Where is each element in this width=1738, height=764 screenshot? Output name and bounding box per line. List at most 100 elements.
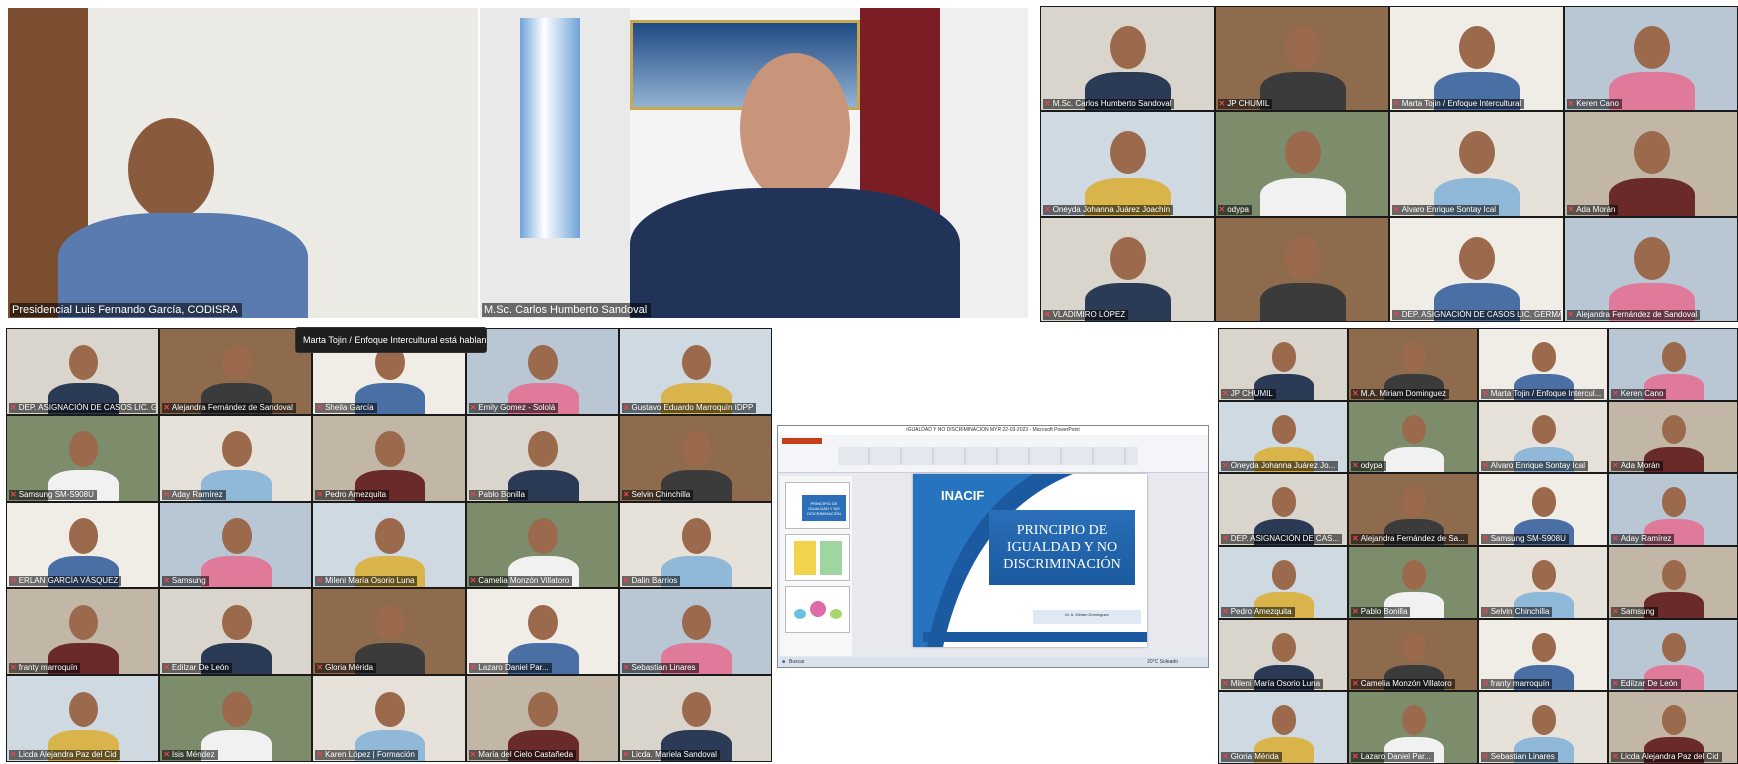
participant-tile[interactable]: ✕ Sebastian Linares xyxy=(1479,692,1607,763)
bottom-right-gallery: ✕ JP CHUMIL ✕ M.A. Miriam Dominguez ✕ Marta T… xyxy=(1218,328,1738,764)
mic-muted-icon: ✕ xyxy=(316,489,324,499)
windows-start-icon[interactable]: ■ xyxy=(782,659,785,665)
participant-tile[interactable]: ✕ Licda Alejandra Paz del Cid xyxy=(7,676,159,761)
participant-tile[interactable]: ✕ Lazaro Daniel Par... xyxy=(466,589,618,675)
participant-tile[interactable]: ✕ Alvaro Enrique Sontay Ical xyxy=(1479,401,1607,473)
participant-tile[interactable]: ✕ María del Cielo Castañeda xyxy=(466,676,618,761)
participant-tile[interactable]: ✕ Gustavo Eduardo Marroquín IDPP xyxy=(619,329,771,414)
participant-tile[interactable]: ✕ Edilzar De León xyxy=(160,589,312,675)
participant-tile[interactable]: ✕ Alejandra Fernández de Sandoval xyxy=(1564,217,1737,321)
participant-tile[interactable]: ✕ Alejandra Fernández de Sandoval xyxy=(160,329,312,414)
participant-tile[interactable]: ✕ JP CHUMIL xyxy=(1219,329,1347,400)
slide-thumbnails[interactable]: PRINCIPIO DE IGUALDAD Y NO DISCRIMINACIÓ… xyxy=(780,476,852,656)
participant-name: ✕ Isis Méndez xyxy=(162,749,218,760)
participant-tile[interactable]: ✕DEP. ASIGNACIÓN DE CASOS LIC. GER... xyxy=(7,329,159,414)
participant-tile[interactable]: ✕ Keren Cano xyxy=(1564,7,1737,111)
mic-muted-icon: ✕ xyxy=(1222,388,1229,398)
participant-tile[interactable]: ✕ Licda. Mariela Sandoval xyxy=(619,676,771,761)
participant-tile[interactable]: ✕ Edilzar De León xyxy=(1609,619,1737,691)
participant-tile[interactable]: ✕ Selvin Chinchilla xyxy=(1479,547,1607,618)
participant-tile[interactable]: ✕ Oneyda Johanna Juárez Jo... xyxy=(1219,401,1347,473)
participant-tile[interactable]: ✕ DEP. ASIGNACIÓN DE CAS... xyxy=(1219,474,1347,545)
participant-tile[interactable]: ✕ Camelia Monzón Villatoro xyxy=(1349,619,1477,691)
participant-tile[interactable]: ✕ Isis Méndez xyxy=(160,676,312,761)
participant-tile[interactable]: ✕ Mileni María Osorio Luna xyxy=(1219,619,1347,691)
participant-tile[interactable]: ✕ Keren Cano xyxy=(1609,329,1737,400)
participant-tile[interactable]: ✕ Ada Morán xyxy=(1609,401,1737,473)
participant-tile[interactable]: ✕ VLADIMIRO LÓPEZ xyxy=(1041,217,1214,321)
participant-tile[interactable]: ✕ Alvaro Enrique Sontay Ical xyxy=(1390,112,1563,216)
participant-tile[interactable]: ✕ M.Sc. Carlos Humberto Sandoval xyxy=(1041,7,1214,111)
mic-muted-icon: ✕ xyxy=(10,663,17,673)
top-right-gallery: ✕ M.Sc. Carlos Humberto Sandoval ✕ JP CHUMI… xyxy=(1040,6,1738,322)
participant-video xyxy=(1401,560,1427,590)
participant-tile[interactable]: ✕ Pablo Bonilla xyxy=(1349,547,1477,618)
participant-tile[interactable]: ✕ Samsung xyxy=(1609,547,1737,618)
participant-tile[interactable]: ✕ ERLAN GARCÍA VÁSQUEZ xyxy=(7,502,159,588)
slide-thumbnail[interactable]: PRINCIPIO DE IGUALDAD Y NO DISCRIMINACIÓ… xyxy=(785,482,850,529)
participant-tile[interactable]: ✕ Camelia Monzón Villatoro xyxy=(466,502,618,588)
participant-tile[interactable]: ✕ Dalin Barrios xyxy=(619,502,771,588)
mic-muted-icon: ✕ xyxy=(163,402,170,412)
participant-tile[interactable] xyxy=(1215,217,1388,321)
participant-name: ✕ Sebastian Linares xyxy=(621,663,699,674)
mic-muted-icon: ✕ xyxy=(163,489,170,499)
mic-muted-icon: ✕ xyxy=(1567,204,1575,214)
slide-title: PRINCIPIO DE IGUALDAD Y NO DISCRIMINACIÓ… xyxy=(989,510,1135,585)
participant-tile[interactable]: ✕ franty marroquín xyxy=(7,589,159,675)
participant-tile[interactable]: ✕ Samsung SM-S908U xyxy=(7,415,159,501)
mic-muted-icon: ✕ xyxy=(1567,99,1575,109)
participant-name: ✕ Emily Gomez - Sololá xyxy=(468,402,559,413)
participant-tile[interactable]: ✕ Samsung SM-S908U xyxy=(1479,474,1607,545)
participant-tile[interactable]: ✕ Selvin Chinchilla xyxy=(619,415,771,501)
participant-tile[interactable]: ✕ Gloria Mérida xyxy=(313,589,465,675)
speaker-tile-left[interactable]: Presidencial Luis Fernando García, CODIS… xyxy=(8,8,478,318)
participant-tile[interactable]: ✕ Aday Ramírez xyxy=(160,415,312,501)
participant-tile[interactable]: ✕ Gloria Mérida xyxy=(1219,692,1347,763)
participant-name: ✕ JP CHUMIL xyxy=(1221,388,1276,399)
taskbar-search[interactable]: Buscar xyxy=(789,659,805,665)
participant-tile[interactable]: ✕ Emily Gomez - Sololá xyxy=(466,329,618,414)
participant-tile[interactable]: ✕ Lazaro Daniel Par... xyxy=(1349,692,1477,763)
participant-tile[interactable]: ✕ Oneyda Johanna Juárez Joachín xyxy=(1041,112,1214,216)
participant-tile[interactable]: ✕ Samsung xyxy=(160,502,312,588)
participant-tile[interactable]: ✕ Marta Tojin / Enfoque Intercul... xyxy=(1479,329,1607,400)
participant-tile[interactable]: ✕ Sebastian Linares xyxy=(619,589,771,675)
participant-tile[interactable]: ✕ Aday Ramírez xyxy=(1609,474,1737,545)
participant-video xyxy=(1661,342,1687,372)
participant-tile[interactable]: ✕ odypa xyxy=(1349,401,1477,473)
participant-name: ✕ Oneyda Johanna Juárez Jo... xyxy=(1221,461,1339,472)
participant-video xyxy=(68,518,99,554)
participant-tile[interactable]: ✕ Pedro Amezquita xyxy=(1219,547,1347,618)
slide-thumbnail[interactable] xyxy=(785,534,850,581)
participant-name: ✕ Keren Cano xyxy=(1566,99,1622,110)
speaker-tile-right[interactable]: M.Sc. Carlos Humberto Sandoval xyxy=(480,8,1028,318)
participant-name: ✕ Samsung SM-S908U xyxy=(1481,533,1569,544)
mic-muted-icon: ✕ xyxy=(1482,751,1489,761)
participant-video xyxy=(1531,560,1557,590)
participant-tile[interactable]: ✕ Karen López | Formación xyxy=(313,676,465,761)
participant-tile[interactable]: ✕ franty marroquín xyxy=(1479,619,1607,691)
participant-name: ✕ Pedro Amezquita xyxy=(1221,606,1295,617)
participant-name: ✕ Mileni María Osorio Luna xyxy=(315,576,418,587)
participant-tile[interactable]: ✕ Alejandra Fernández de Sa... xyxy=(1349,474,1477,545)
participant-name: ✕ ERLAN GARCÍA VÁSQUEZ xyxy=(9,576,122,587)
participant-tile[interactable]: ✕ Ada Morán xyxy=(1564,112,1737,216)
participant-tile[interactable]: ✕ Licda Alejandra Paz del Cid xyxy=(1609,692,1737,763)
taskbar-weather: 20°C Soleado xyxy=(1147,659,1178,665)
participant-tile[interactable]: ✕DEP. ASIGNACIÓN DE CASOS LIC. GERMAN PO… xyxy=(1390,217,1563,321)
participant-name: ✕ Ada Morán xyxy=(1566,204,1619,215)
participant-tile[interactable]: ✕ Pablo Bonilla xyxy=(466,415,618,501)
participant-tile[interactable]: ✕ odypa xyxy=(1215,112,1388,216)
slide-thumbnail[interactable] xyxy=(785,586,850,633)
inacif-logo: INACIF xyxy=(941,488,985,503)
participant-tile[interactable]: ✕ Pedro Amezquita xyxy=(313,415,465,501)
participant-tile[interactable]: ✕ Marta Tojin / Enfoque Intercultural xyxy=(1390,7,1563,111)
participant-tile[interactable]: ✕ Mileni María Osorio Luna xyxy=(313,502,465,588)
participant-tile[interactable]: ✕ M.A. Miriam Dominguez xyxy=(1349,329,1477,400)
mic-muted-icon: ✕ xyxy=(1044,309,1051,319)
mic-muted-icon: ✕ xyxy=(469,489,477,499)
participant-video xyxy=(1401,342,1427,372)
participant-tile[interactable]: ✕ JP CHUMIL xyxy=(1215,7,1388,111)
mic-muted-icon: ✕ xyxy=(1222,533,1229,543)
